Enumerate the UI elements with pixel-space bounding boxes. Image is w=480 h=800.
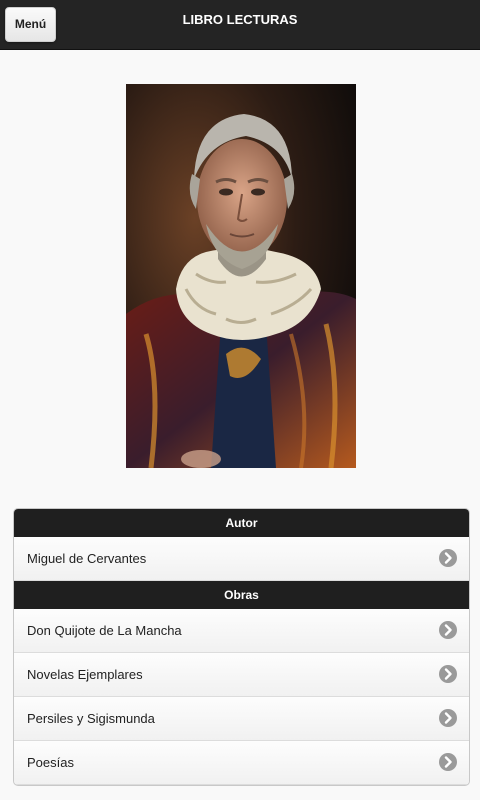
page-title: LIBRO LECTURAS (182, 12, 298, 27)
reading-list: Autor Miguel de Cervantes Obras Don Quij… (13, 508, 470, 786)
app-header: Menú LIBRO LECTURAS (0, 0, 480, 50)
chevron-right-icon (439, 665, 457, 683)
list-item-label: Miguel de Cervantes (27, 551, 147, 566)
chevron-right-icon (439, 709, 457, 727)
portrait-illustration (126, 84, 356, 468)
list-item-author[interactable]: Miguel de Cervantes (14, 537, 469, 581)
list-item-label: Persiles y Sigismunda (27, 711, 155, 726)
list-item-label: Don Quijote de La Mancha (27, 623, 182, 638)
list-item-work[interactable]: Novelas Ejemplares (14, 653, 469, 697)
chevron-right-icon (439, 621, 457, 639)
chevron-right-icon (439, 753, 457, 771)
list-item-label: Poesías (27, 755, 74, 770)
chevron-right-icon (439, 549, 457, 567)
section-header-autor: Autor (14, 509, 469, 537)
main-content: Autor Miguel de Cervantes Obras Don Quij… (0, 50, 480, 800)
author-portrait-image (126, 84, 356, 468)
list-item-work[interactable]: Don Quijote de La Mancha (14, 609, 469, 653)
list-item-work[interactable]: Poesías (14, 741, 469, 785)
list-item-work[interactable]: Persiles y Sigismunda (14, 697, 469, 741)
section-header-obras: Obras (14, 581, 469, 609)
list-item-label: Novelas Ejemplares (27, 667, 143, 682)
